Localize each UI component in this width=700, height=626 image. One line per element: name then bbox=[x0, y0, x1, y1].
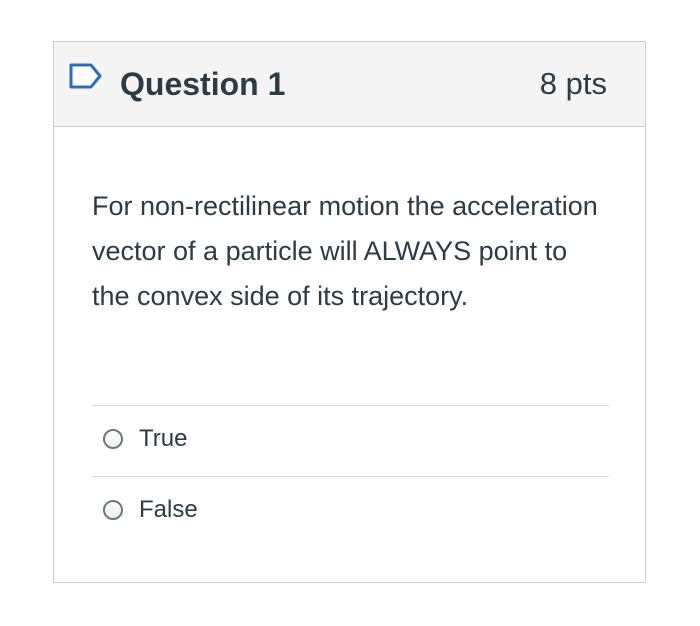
radio-button[interactable] bbox=[103, 500, 123, 520]
question-text: For non-rectilinear motion the accelerat… bbox=[92, 191, 598, 311]
answer-option-true[interactable]: True bbox=[92, 405, 609, 476]
flag-question-icon[interactable] bbox=[69, 62, 103, 90]
radio-button[interactable] bbox=[103, 429, 123, 449]
question-points: 8 pts bbox=[539, 66, 607, 101]
answer-label[interactable]: False bbox=[139, 493, 198, 527]
answer-option-false[interactable]: False bbox=[92, 476, 609, 547]
question-title: Question 1 bbox=[120, 66, 286, 102]
question-card: Question 1 8 pts For non-rectilinear mot… bbox=[53, 41, 646, 583]
answer-list: True False bbox=[92, 405, 609, 547]
answer-label[interactable]: True bbox=[139, 422, 187, 456]
question-header: Question 1 8 pts bbox=[54, 42, 645, 127]
